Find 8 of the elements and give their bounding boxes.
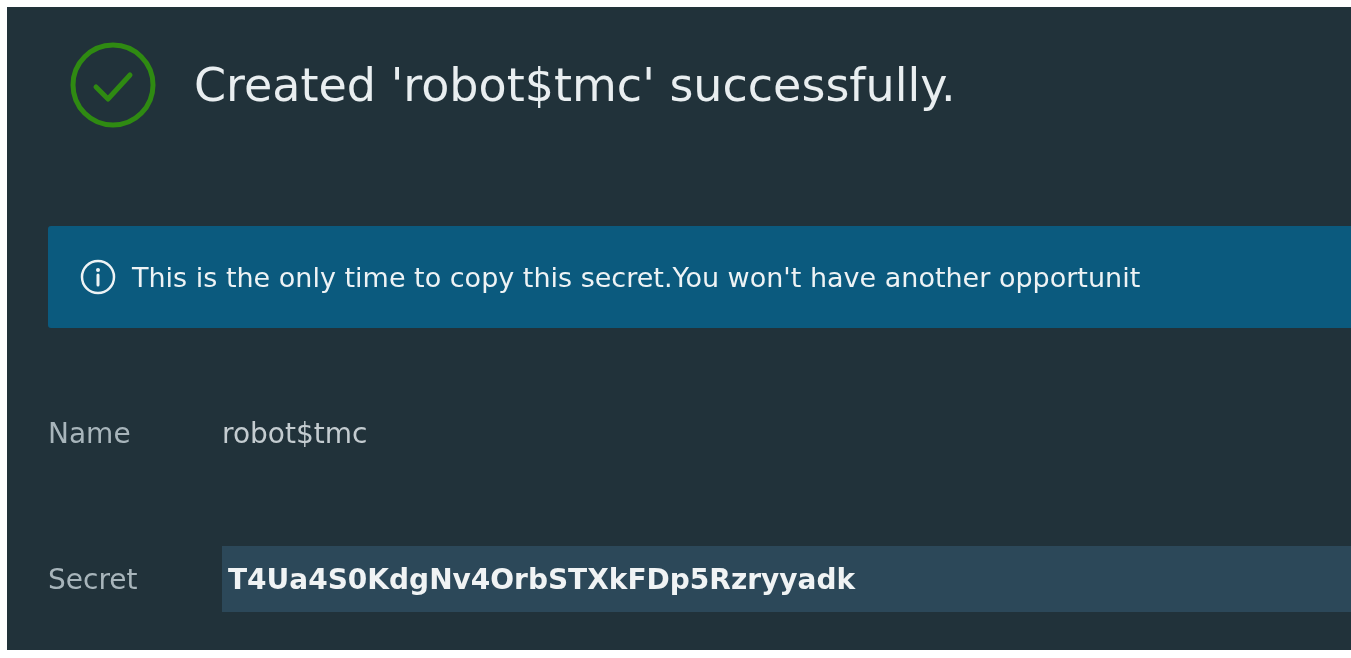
- success-check-icon: [70, 42, 156, 128]
- field-label: Secret: [48, 562, 139, 596]
- info-icon: [80, 259, 116, 295]
- field-label: Name: [48, 416, 132, 450]
- field-value: robot$tmc: [222, 416, 368, 450]
- secret-field[interactable]: T4Ua4S0KdgNv4OrbSTXkFDp5Rzryyadk: [222, 546, 1351, 612]
- info-message: This is the only time to copy this secret.You won't have another opportunit: [132, 261, 1141, 293]
- success-title: Created 'robot$tmc' successfully.: [194, 58, 956, 112]
